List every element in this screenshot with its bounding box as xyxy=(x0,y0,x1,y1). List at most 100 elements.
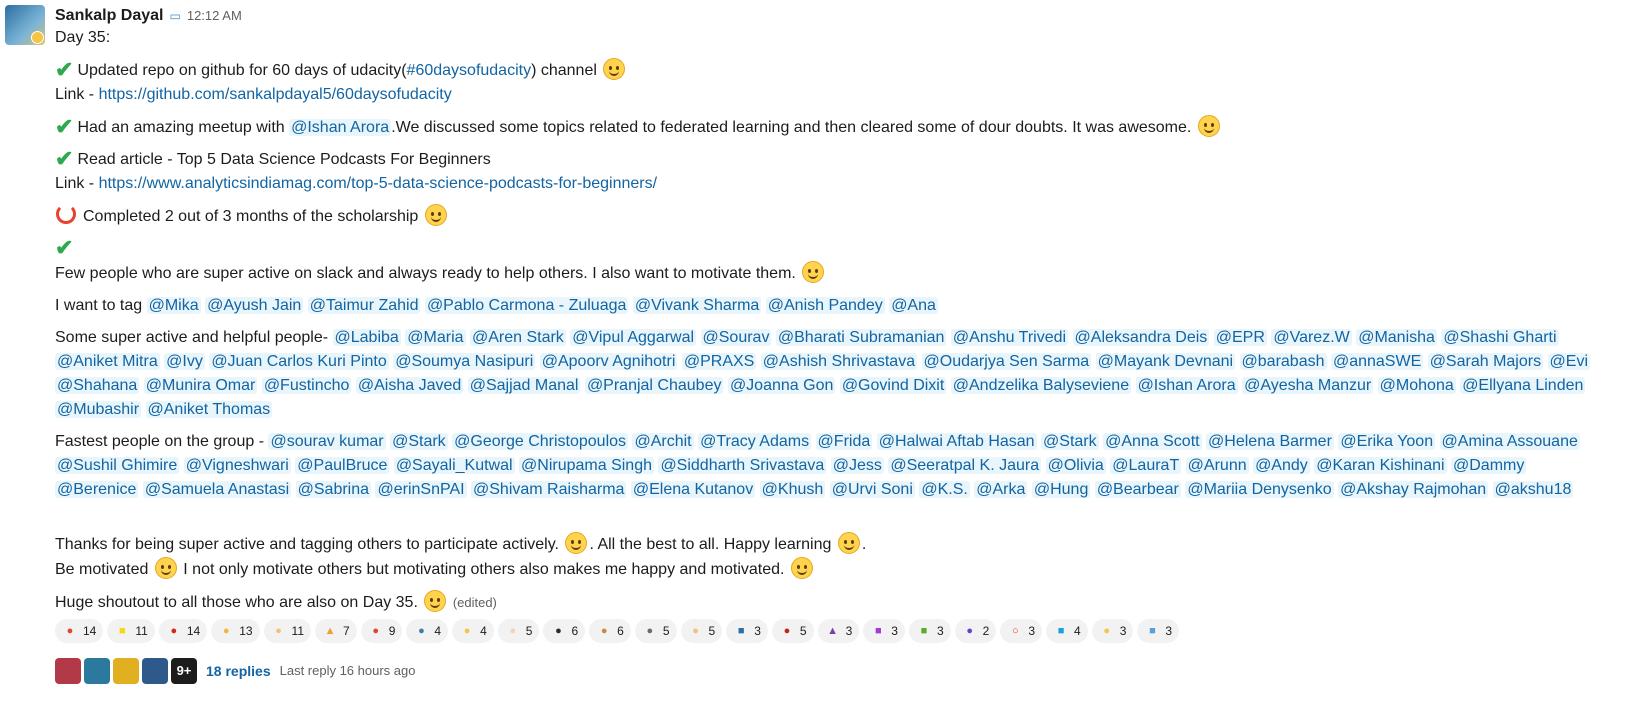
participant-avatar[interactable] xyxy=(113,658,139,684)
mention[interactable]: @Aniket Thomas xyxy=(145,401,273,418)
mention[interactable]: @Pranjal Chaubey xyxy=(584,377,724,394)
reaction-button[interactable]: ▲ 3 xyxy=(817,619,860,643)
mention[interactable]: @Olivia xyxy=(1045,457,1106,474)
mention[interactable]: @Juan Carlos Kuri Pinto xyxy=(209,353,389,370)
mention[interactable]: @Nirupama Singh xyxy=(519,457,654,474)
mention[interactable]: @EPR xyxy=(1213,329,1267,346)
mention[interactable]: @Stark xyxy=(1041,433,1099,450)
mention[interactable]: @Munira Omar xyxy=(143,377,258,394)
reaction-button[interactable]: ● 14 xyxy=(158,619,208,643)
mention[interactable]: @Vivank Sharma xyxy=(632,297,762,314)
mention[interactable]: @Apoorv Agnihotri xyxy=(539,353,678,370)
mention[interactable]: @Vigneshwari xyxy=(183,457,291,474)
mention[interactable]: @PRAXS xyxy=(681,353,757,370)
mention[interactable]: @Erika Yoon xyxy=(1338,433,1436,450)
reaction-button[interactable]: ● 13 xyxy=(211,619,260,643)
mention[interactable]: @sourav kumar xyxy=(268,433,386,450)
mention[interactable]: @Aniket Mitra xyxy=(55,353,160,370)
mention[interactable]: @Aisha Javed xyxy=(355,377,464,394)
reaction-button[interactable]: ● 11 xyxy=(263,619,312,643)
mention[interactable]: @Mika xyxy=(146,297,201,314)
reaction-button[interactable]: ● 5 xyxy=(634,619,677,643)
author-avatar[interactable] xyxy=(5,5,45,45)
mention[interactable]: @Akshay Rajmohan xyxy=(1338,481,1489,498)
reaction-button[interactable]: ■ 3 xyxy=(863,619,905,643)
mention[interactable]: @PaulBruce xyxy=(295,457,390,474)
mention[interactable]: @Sabrina xyxy=(295,481,372,498)
mention[interactable]: @Joanna Gon xyxy=(727,377,836,394)
channel-link[interactable]: #60daysofudacity xyxy=(407,62,532,79)
mention[interactable]: @Ashish Shrivastava xyxy=(760,353,918,370)
github-link[interactable]: https://github.com/sankalpdayal5/60dayso… xyxy=(99,86,452,103)
reaction-button[interactable]: ● 3 xyxy=(1091,619,1134,643)
mention[interactable]: @Seeratpal K. Jaura xyxy=(888,457,1042,474)
mention[interactable]: @Manisha xyxy=(1356,329,1437,346)
mention[interactable]: @Mubashir xyxy=(55,401,142,418)
reaction-button[interactable]: ■ 11 xyxy=(107,619,155,643)
mention[interactable]: @Shashi Gharti xyxy=(1441,329,1559,346)
mention[interactable]: @Ayesha Manzur xyxy=(1242,377,1374,394)
mention[interactable]: @erinSnPAI xyxy=(375,481,467,498)
mention[interactable]: @Khush xyxy=(759,481,826,498)
mention[interactable]: @Urvi Soni xyxy=(829,481,915,498)
mention[interactable]: @Sajjad Manal xyxy=(467,377,581,394)
mention[interactable]: @Mayank Devnani xyxy=(1095,353,1236,370)
reaction-button[interactable]: ● 6 xyxy=(589,619,631,643)
mention[interactable]: @Aleksandra Deis xyxy=(1072,329,1210,346)
mention[interactable]: @Bharati Subramanian xyxy=(775,329,947,346)
timestamp[interactable]: 12:12 AM xyxy=(187,4,242,28)
mention[interactable]: @Dammy xyxy=(1451,457,1527,474)
mention[interactable]: @Andy xyxy=(1253,457,1310,474)
mention[interactable]: @Siddharth Srivastava xyxy=(658,457,827,474)
mention[interactable]: @Archit xyxy=(632,433,694,450)
thread-summary[interactable]: 9+ 18 replies Last reply 16 hours ago xyxy=(55,657,1609,685)
mention[interactable]: @Arunn xyxy=(1185,457,1249,474)
mention[interactable]: @Evi xyxy=(1547,353,1590,370)
mention[interactable]: @Jess xyxy=(830,457,884,474)
mention[interactable]: @Tracy Adams xyxy=(698,433,812,450)
mention[interactable]: @Ellyana Linden xyxy=(1460,377,1586,394)
reaction-button[interactable]: ● 14 xyxy=(55,619,104,643)
reaction-button[interactable]: ● 9 xyxy=(360,619,403,643)
mention[interactable]: @Sarah Majors xyxy=(1427,353,1544,370)
mention[interactable]: @George Christopoulos xyxy=(452,433,629,450)
mention[interactable]: @Maria xyxy=(405,329,466,346)
mention[interactable]: @Helena Barmer xyxy=(1206,433,1334,450)
mention[interactable]: @Mohona xyxy=(1377,377,1456,394)
participant-avatar[interactable] xyxy=(142,658,168,684)
mention[interactable]: @Samuela Anastasi xyxy=(142,481,292,498)
mention[interactable]: @Soumya Nasipuri xyxy=(393,353,536,370)
more-participants-badge[interactable]: 9+ xyxy=(171,658,197,684)
mention[interactable]: @Oudarjya Sen Sarma xyxy=(921,353,1092,370)
mention[interactable]: @Fustincho xyxy=(261,377,352,394)
mention[interactable]: @Stark xyxy=(390,433,448,450)
mention[interactable]: @Pablo Carmona - Zuluaga xyxy=(424,297,629,314)
mention[interactable]: @Ivy xyxy=(164,353,205,370)
mention[interactable]: @Shivam Raisharma xyxy=(471,481,627,498)
mention[interactable]: @Shahana xyxy=(55,377,140,394)
participant-avatar[interactable] xyxy=(84,658,110,684)
article-link[interactable]: https://www.analyticsindiamag.com/top-5-… xyxy=(99,175,657,192)
mention[interactable]: @Anish Pandey xyxy=(765,297,885,314)
replies-link[interactable]: 18 replies xyxy=(206,659,271,683)
mention[interactable]: @Karan Kishinani xyxy=(1314,457,1447,474)
mention[interactable]: @Taimur Zahid xyxy=(307,297,421,314)
mention[interactable]: @Halwai Aftab Hasan xyxy=(876,433,1037,450)
reaction-button[interactable]: ● 5 xyxy=(680,619,723,643)
reaction-button[interactable]: ○ 3 xyxy=(1000,619,1043,643)
reaction-button[interactable]: ● 4 xyxy=(452,619,494,643)
mention[interactable]: @akshu18 xyxy=(1492,481,1574,498)
reaction-button[interactable]: ● 2 xyxy=(954,619,997,643)
reaction-button[interactable]: ● 6 xyxy=(543,619,586,643)
reaction-button[interactable]: ■ 3 xyxy=(726,619,768,643)
participant-avatar[interactable] xyxy=(55,658,81,684)
mention[interactable]: @barabash xyxy=(1239,353,1327,370)
mention[interactable]: @Ishan Arora xyxy=(1135,377,1238,394)
mention[interactable]: @Frida xyxy=(815,433,873,450)
mention[interactable]: @Aren Stark xyxy=(469,329,566,346)
mention[interactable]: @Amina Assouane xyxy=(1439,433,1580,450)
mention[interactable]: @Andzelika Balyseviene xyxy=(950,377,1132,394)
reaction-button[interactable]: ● 5 xyxy=(771,619,814,643)
mention[interactable]: @Varez.W xyxy=(1271,329,1352,346)
mention[interactable]: @Anshu Trivedi xyxy=(950,329,1069,346)
